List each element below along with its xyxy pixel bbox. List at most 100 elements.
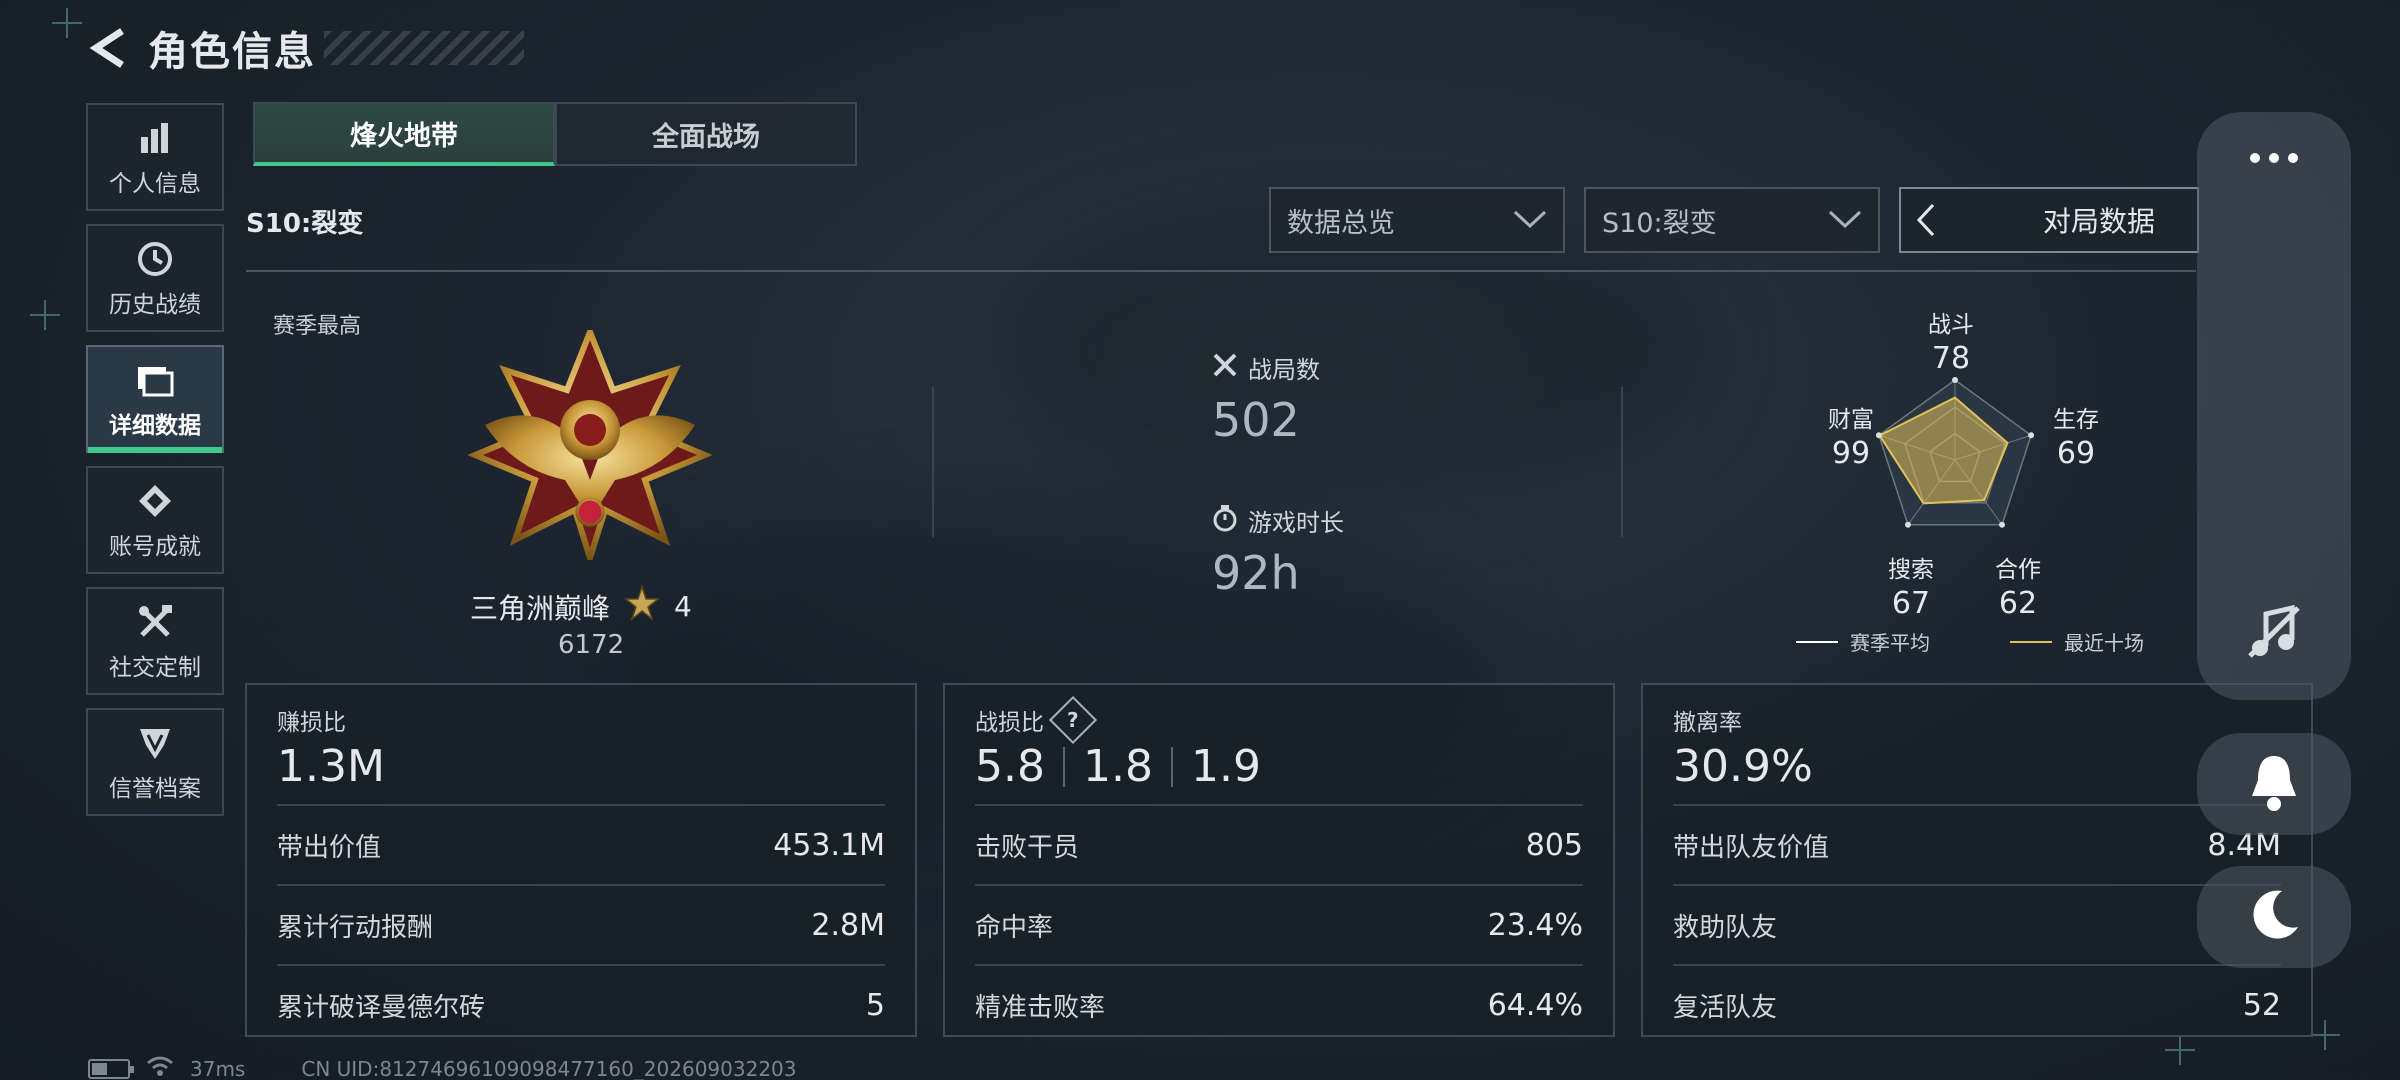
more-icon[interactable] <box>2197 152 2351 164</box>
radar-vertex-dot <box>1875 432 1882 439</box>
stat-row: 救助队友 <box>1673 884 2281 964</box>
stat-value: 2.8M <box>811 907 885 943</box>
legend-label: 最近十场 <box>2064 631 2144 655</box>
stat-value: 52 <box>2242 987 2281 1023</box>
card-title: 战损比 <box>975 710 1044 736</box>
notification-button[interactable] <box>2197 733 2351 835</box>
back-arrow-icon[interactable] <box>86 26 130 70</box>
stat-label: 击败干员 <box>975 832 1080 863</box>
stat-row: 命中率 23.4% <box>975 884 1583 964</box>
moon-icon <box>2246 887 2302 947</box>
playtime-label: 游戏时长 <box>1248 509 1344 537</box>
legend-swatch <box>1796 640 1838 643</box>
kd-value: 1.9 <box>1190 741 1261 792</box>
matches-label: 战局数 <box>1248 356 1320 384</box>
tab-firezone[interactable]: 烽火地带 <box>253 102 555 166</box>
matches-value: 502 <box>1212 393 1300 447</box>
bell-icon <box>2246 752 2302 816</box>
sidebar-item-achievements[interactable]: 账号成就 <box>86 466 224 574</box>
stat-row: 带出价值 453.1M <box>277 804 885 884</box>
stat-label: 带出队友价值 <box>1673 832 1830 863</box>
header: 角色信息 <box>86 18 524 78</box>
sidebar-item-reputation[interactable]: 信誉档案 <box>86 708 224 816</box>
page-title: 角色信息 <box>148 29 316 75</box>
radar-axis-value: 67 <box>1891 586 1931 621</box>
rank-score: 6172 <box>558 630 625 660</box>
stat-label: 救助队友 <box>1673 912 1778 943</box>
match-data-button[interactable]: 对局数据 <box>1899 187 2199 253</box>
sidebar-item-label: 详细数据 <box>109 413 201 439</box>
sidebar-item-personal-info[interactable]: 个人信息 <box>86 103 224 211</box>
season-title: S10:裂变 <box>246 209 364 239</box>
sidebar: 个人信息 历史战绩 详细数据 账号成就 社交定制 信誉档案 <box>86 103 224 829</box>
stat-value: 64.4% <box>1487 987 1583 1023</box>
star-icon <box>623 584 661 628</box>
stat-label: 复活队友 <box>1673 992 1778 1023</box>
card-value: 1.3M <box>277 741 385 792</box>
stat-row: 带出队友价值 8.4M <box>1673 804 2281 884</box>
radar-axis-label: 生存 <box>2053 407 2099 433</box>
rank-stars: 4 <box>674 590 692 623</box>
match-data-label: 对局数据 <box>2043 205 2156 238</box>
chevron-left-icon <box>1901 203 1951 237</box>
title-decoration <box>324 31 524 65</box>
legend-recent: 最近十场 <box>2010 627 2144 656</box>
chevron-down-icon <box>1828 205 1862 236</box>
stat-row: 累计破译曼德尔砖 5 <box>277 964 885 1044</box>
card-title-row: 战损比 ? <box>975 695 1583 745</box>
legend-label: 赛季平均 <box>1850 631 1930 655</box>
divider <box>1170 746 1173 787</box>
radar-axis-value: 78 <box>1931 341 1971 376</box>
stat-row: 精准击败率 64.4% <box>975 964 1583 1044</box>
season-best-label: 赛季最高 <box>273 314 362 339</box>
radar-label-survival: 生存 69 <box>2053 400 2099 471</box>
radar-chart <box>1875 377 2035 528</box>
legend-season-avg: 赛季平均 <box>1796 627 1930 656</box>
stat-value: 453.1M <box>773 827 885 863</box>
radar-label-combat: 战斗 78 <box>1928 305 1974 376</box>
kd-value: 5.8 <box>975 741 1045 792</box>
playtime-stat: 游戏时长 92h <box>1212 503 1344 600</box>
help-icon[interactable]: ? <box>1048 695 1098 745</box>
music-off-icon[interactable] <box>2244 602 2304 666</box>
battery-icon <box>88 1058 134 1079</box>
tab-full-battle[interactable]: 全面战场 <box>555 102 857 166</box>
sidebar-item-social[interactable]: 社交定制 <box>86 587 224 695</box>
floating-panel <box>2197 112 2351 700</box>
radar-axis-label: 财富 <box>1828 407 1874 433</box>
playtime-value: 92h <box>1212 546 1300 600</box>
sidebar-item-label: 信誉档案 <box>109 776 201 802</box>
sidebar-item-label: 账号成就 <box>109 534 201 560</box>
dark-mode-button[interactable] <box>2197 866 2351 968</box>
sidebar-item-detailed-data[interactable]: 详细数据 <box>86 345 224 453</box>
stat-row: 复活队友 52 <box>1673 964 2281 1044</box>
status-bar: 37ms CN UID:81274696109098477160_2026090… <box>88 1055 797 1080</box>
card-title: 赚损比 <box>277 710 346 736</box>
card-value: 5.8 1.8 1.9 <box>975 741 1583 792</box>
season-dropdown[interactable]: S10:裂变 <box>1584 187 1880 253</box>
kd-value: 1.8 <box>1082 741 1153 792</box>
crossed-swords-icon <box>1212 352 1238 384</box>
overview-dropdown-value: 数据总览 <box>1287 207 1395 239</box>
stopwatch-icon <box>1212 504 1238 538</box>
mode-tabs: 烽火地带 全面战场 <box>253 102 857 166</box>
radar-vertex-dot <box>2028 432 2035 439</box>
season-dropdown-value: S10:裂变 <box>1602 207 1717 239</box>
sidebar-item-history[interactable]: 历史战绩 <box>86 224 224 332</box>
sidebar-item-label: 社交定制 <box>109 655 201 681</box>
extract-card: 撤离率 30.9% 带出队友价值 8.4M 救助队友 复活队友 52 <box>1641 683 2313 1037</box>
stat-label: 累计行动报酬 <box>277 912 434 943</box>
stat-row: 累计行动报酬 2.8M <box>277 884 885 964</box>
sidebar-item-label: 个人信息 <box>109 171 201 197</box>
uid-text: CN UID:81274696109098477160_202609032203 <box>301 1056 797 1080</box>
rank-name: 三角洲巅峰 <box>470 591 611 625</box>
overview-dropdown[interactable]: 数据总览 <box>1269 187 1565 253</box>
rank-line: 三角洲巅峰 4 <box>470 584 692 628</box>
radar-axis-label: 合作 <box>1995 557 2041 583</box>
rank-medal-icon <box>465 323 715 569</box>
history-icon <box>136 237 174 281</box>
divider <box>932 387 934 537</box>
stat-row: 击败干员 805 <box>975 804 1583 884</box>
folder-icon <box>136 358 174 402</box>
radar-axis-label: 战斗 <box>1928 312 1974 338</box>
